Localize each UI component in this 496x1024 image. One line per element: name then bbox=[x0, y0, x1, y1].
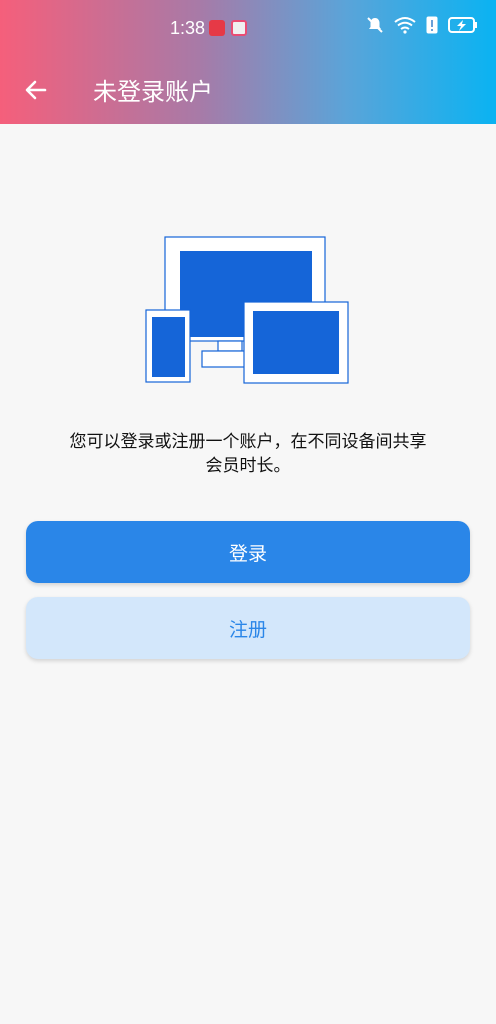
wifi-icon bbox=[394, 17, 416, 34]
status-time: 1:38 bbox=[170, 18, 206, 38]
description-text: 您可以登录或注册一个账户，在不同设备间共享会员时长。 bbox=[69, 432, 427, 476]
sim-alert-icon bbox=[426, 16, 438, 34]
back-button[interactable] bbox=[16, 70, 56, 110]
multi-device-illustration bbox=[145, 236, 350, 386]
arrow-left-icon bbox=[25, 80, 47, 100]
register-button[interactable]: 注册 bbox=[26, 597, 470, 659]
status-icons bbox=[366, 16, 478, 34]
multi-device-icon bbox=[145, 236, 349, 384]
app-bar: 未登录账户 bbox=[0, 56, 496, 124]
screen: 1:38 未登录账户 您可以登录或注册一个账户，在不同设备间共享会员时长。 登录… bbox=[0, 0, 496, 1024]
page-title: 未登录账户 bbox=[93, 78, 213, 106]
mute-icon bbox=[367, 17, 383, 33]
login-button[interactable]: 登录 bbox=[26, 521, 470, 583]
battery-charging-icon bbox=[448, 17, 477, 33]
status-bar: 1:38 bbox=[0, 0, 496, 56]
notification-app-icon bbox=[209, 20, 225, 36]
notification-app-icon-2 bbox=[231, 20, 247, 36]
header: 1:38 未登录账户 bbox=[0, 0, 496, 124]
